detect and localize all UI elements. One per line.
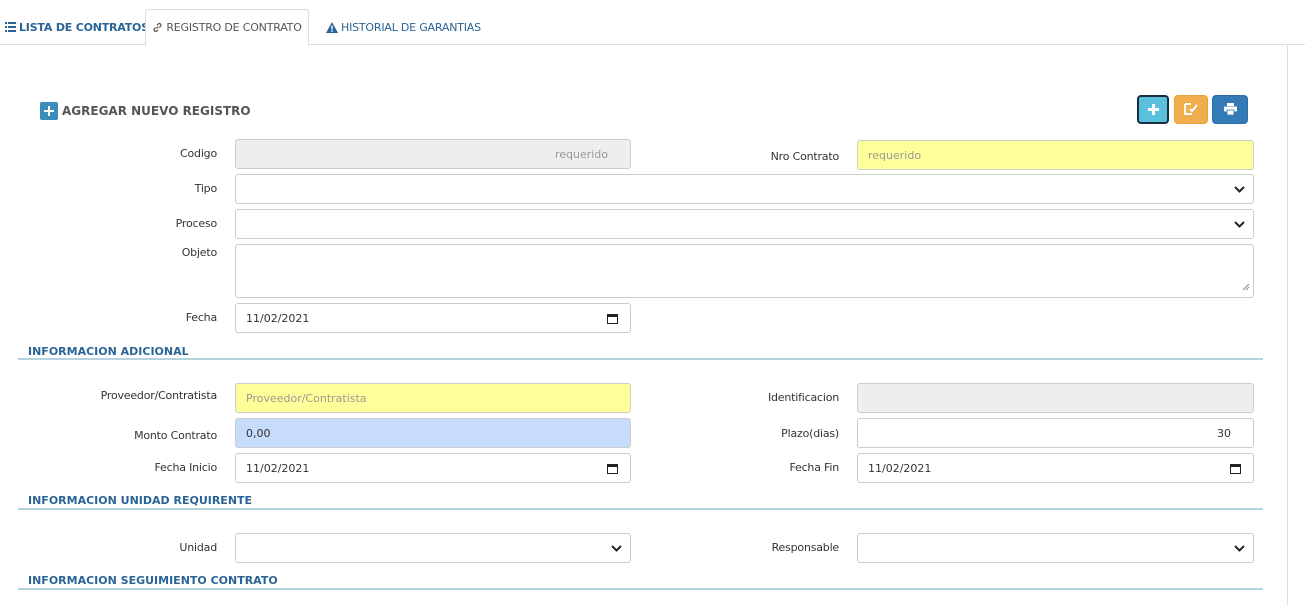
calendar-icon[interactable]: [607, 463, 618, 477]
section-informacion-unidad-requirente: INFORMACION UNIDAD REQUIRENTE: [18, 494, 1263, 510]
tab-label: LISTA DE CONTRATOS: [19, 20, 149, 34]
section-informacion-adicional: INFORMACION ADICIONAL: [18, 345, 1263, 360]
chevron-down-icon: [1234, 219, 1245, 232]
proveedor-field[interactable]: Proveedor/Contratista: [235, 383, 631, 413]
chevron-down-icon: [1234, 184, 1245, 197]
unidad-label: Unidad: [179, 541, 217, 554]
proveedor-placeholder: Proveedor/Contratista: [246, 391, 367, 405]
tab-label: HISTORIAL DE GARANTIAS: [341, 20, 481, 34]
print-button[interactable]: [1212, 95, 1248, 124]
unidad-select[interactable]: [235, 533, 631, 563]
plazo-field[interactable]: 30: [857, 418, 1254, 448]
proceso-label: Proceso: [175, 217, 218, 230]
tab-label: REGISTRO DE CONTRATO: [166, 21, 302, 34]
fecha-fin-value: 11/02/2021: [868, 461, 932, 475]
fecha-inicio-date-input[interactable]: 11/02/2021: [235, 453, 631, 483]
add-button[interactable]: [1137, 95, 1169, 124]
link-icon: [152, 22, 163, 33]
chevron-down-icon: [611, 543, 622, 556]
chevron-down-icon: [1234, 543, 1245, 556]
plazo-value: 30: [1217, 426, 1231, 440]
plazo-label: Plazo(dias): [781, 427, 839, 440]
edit-check-icon: [1184, 100, 1198, 119]
fecha-date-input[interactable]: 11/02/2021: [235, 303, 631, 333]
form-title: AGREGAR NUEVO REGISTRO: [40, 102, 251, 120]
codigo-placeholder: requerido: [554, 147, 608, 161]
form-title-text: AGREGAR NUEVO REGISTRO: [62, 104, 251, 118]
tab-registro-contrato[interactable]: REGISTRO DE CONTRATO: [145, 9, 309, 46]
fecha-fin-date-input[interactable]: 11/02/2021: [857, 453, 1254, 483]
resize-handle-icon[interactable]: [1242, 281, 1250, 294]
fecha-inicio-label: Fecha Inicio: [154, 461, 218, 474]
tipo-select[interactable]: [235, 174, 1254, 204]
plus-square-icon: [40, 102, 58, 120]
section-informacion-seguimiento-contrato: INFORMACION SEGUIMIENTO CONTRATO: [18, 574, 1263, 590]
codigo-field[interactable]: requerido: [235, 139, 631, 169]
nro-contrato-field[interactable]: requerido: [857, 140, 1254, 170]
proceso-select[interactable]: [235, 209, 1254, 239]
tab-lista-contratos[interactable]: LISTA DE CONTRATOS: [5, 9, 149, 45]
fecha-fin-label: Fecha Fin: [789, 461, 839, 474]
fecha-value: 11/02/2021: [246, 311, 310, 325]
list-icon: [5, 22, 16, 32]
print-icon: [1223, 100, 1237, 119]
nro-contrato-label: Nro Contrato: [770, 150, 840, 163]
identificacion-field[interactable]: [857, 383, 1254, 413]
calendar-icon[interactable]: [1230, 463, 1241, 477]
edit-button[interactable]: [1174, 95, 1208, 124]
fecha-label: Fecha: [185, 311, 217, 324]
warning-icon: [326, 21, 338, 33]
tipo-label: Tipo: [194, 182, 218, 195]
monto-field[interactable]: 0,00: [235, 418, 631, 448]
objeto-textarea[interactable]: [235, 244, 1254, 298]
monto-value: 0,00: [246, 426, 271, 440]
fecha-inicio-value: 11/02/2021: [246, 461, 310, 475]
tab-bar: LISTA DE CONTRATOS REGISTRO DE CONTRATO …: [0, 0, 1305, 46]
proveedor-label: Proveedor/Contratista: [100, 389, 218, 402]
responsable-label: Responsable: [771, 541, 840, 554]
form-panel: [5, 45, 1288, 605]
objeto-label: Objeto: [181, 246, 218, 259]
codigo-label: Codigo: [180, 147, 217, 160]
responsable-select[interactable]: [857, 533, 1254, 563]
nro-contrato-placeholder: requerido: [868, 148, 922, 162]
monto-label: Monto Contrato: [134, 429, 217, 442]
plus-icon: [1147, 100, 1159, 119]
tab-historial-garantias[interactable]: HISTORIAL DE GARANTIAS: [326, 9, 481, 45]
calendar-icon[interactable]: [607, 313, 618, 327]
identificacion-label: Identificacion: [767, 391, 839, 404]
